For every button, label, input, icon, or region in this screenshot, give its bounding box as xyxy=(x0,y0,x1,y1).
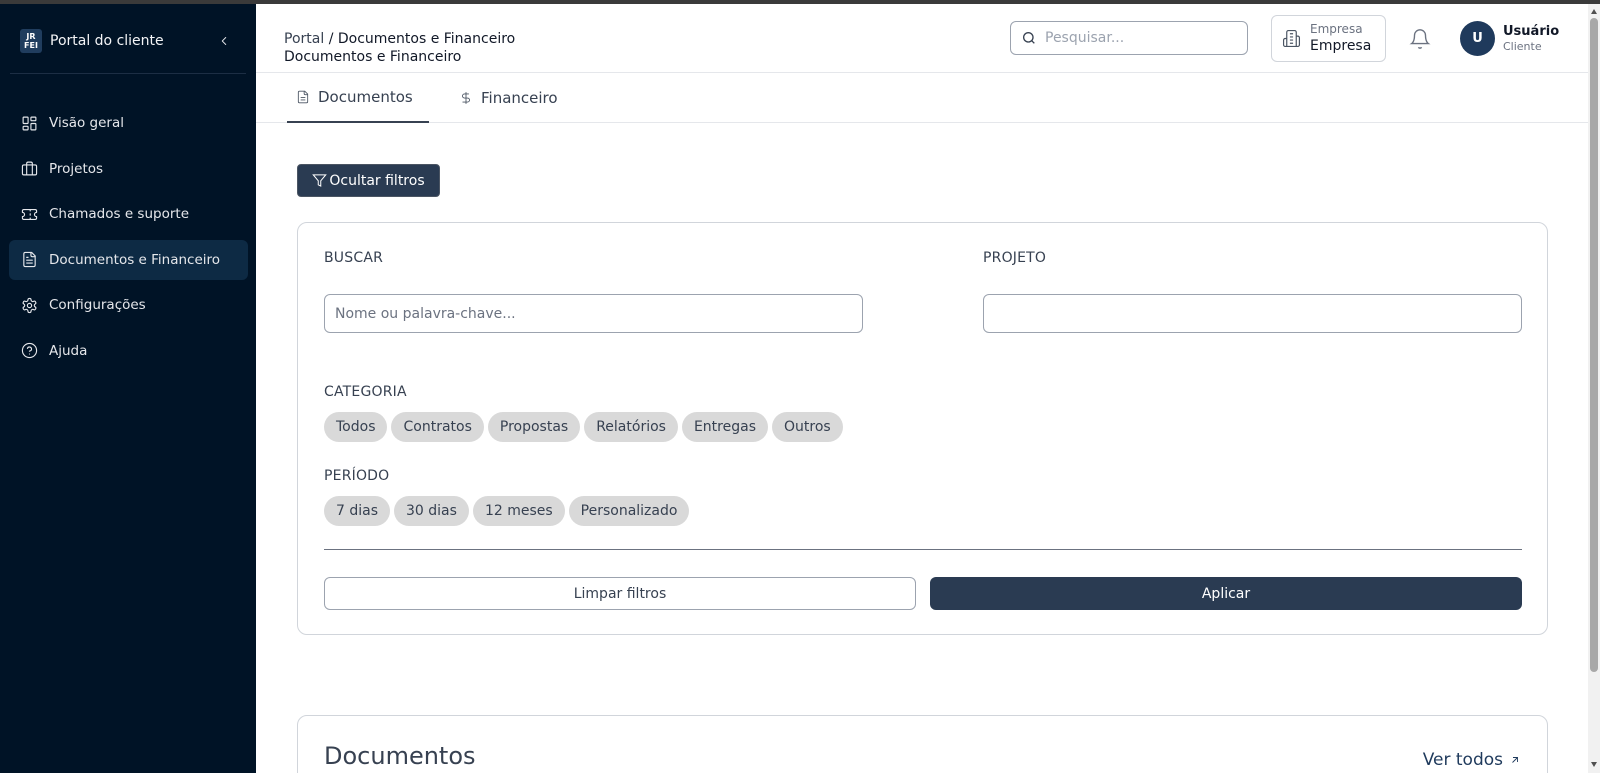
period-chip[interactable]: 12 meses xyxy=(472,496,565,526)
hide-filters-label: Ocultar filtros xyxy=(329,172,425,189)
ticket-icon xyxy=(20,205,38,223)
category-chip[interactable]: Relatórios xyxy=(584,412,678,442)
view-all-label: Ver todos xyxy=(1422,750,1503,770)
tab-label: Documentos xyxy=(318,88,413,106)
apply-filters-button[interactable]: Aplicar xyxy=(930,577,1522,610)
hide-filters-button[interactable]: Ocultar filtros xyxy=(297,164,440,197)
page-title: Documentos e Financeiro xyxy=(284,49,462,65)
company-label: Empresa xyxy=(1310,22,1363,36)
help-circle-icon xyxy=(20,342,38,360)
filter-divider xyxy=(324,549,1522,550)
category-chip[interactable]: Contratos xyxy=(391,412,484,442)
sidebar-item-label: Visão geral xyxy=(49,115,124,131)
company-text: Empresa Empresa xyxy=(1310,22,1371,55)
scroll-down-arrow[interactable] xyxy=(1591,762,1597,767)
documents-card: Documentos Ver todos xyxy=(297,715,1548,773)
tab-bar: Documentos Financeiro xyxy=(256,73,1588,123)
category-chip[interactable]: Outros xyxy=(771,412,843,442)
sidebar-item-label: Projetos xyxy=(49,160,104,177)
category-chips: Todos Contratos Propostas Relatórios Ent… xyxy=(324,412,847,442)
sidebar-item-label: Documentos e Financeiro xyxy=(49,251,221,268)
sidebar-item-help[interactable]: Ajuda xyxy=(9,331,248,371)
sidebar-item-label: Configurações xyxy=(49,297,146,313)
chevron-left-icon xyxy=(221,37,227,45)
documents-title: Documentos xyxy=(324,742,476,770)
sidebar-item-support[interactable]: Chamados e suporte xyxy=(9,194,248,234)
brand-logo: JR FEI xyxy=(20,29,42,53)
brand[interactable]: JR FEI Portal do cliente xyxy=(20,28,164,54)
sidebar-item-settings[interactable]: Configurações xyxy=(9,285,248,325)
briefcase-icon xyxy=(20,160,38,178)
sidebar-item-projects[interactable]: Projetos xyxy=(9,149,248,189)
user-name: Usuário xyxy=(1503,24,1560,39)
breadcrumb-root[interactable]: Portal xyxy=(284,31,324,47)
user-menu[interactable]: Usuário Cliente xyxy=(1503,23,1559,54)
sidebar-item-label: Ajuda xyxy=(49,342,88,359)
global-search[interactable] xyxy=(1010,21,1248,55)
sidebar-nav: Visão geral Projetos Chamados e suporte … xyxy=(9,103,248,376)
project-filter-label: PROJETO xyxy=(983,250,1047,266)
sidebar-divider xyxy=(10,73,246,74)
search-filter-label: BUSCAR xyxy=(324,250,384,266)
period-chip[interactable]: 30 dias xyxy=(394,496,469,526)
tab-finance[interactable]: Financeiro xyxy=(459,73,558,123)
avatar[interactable]: U xyxy=(1460,21,1495,56)
building-icon xyxy=(1282,29,1301,48)
period-filter-label: PERÍODO xyxy=(324,468,390,484)
category-chip[interactable]: Entregas xyxy=(681,412,768,442)
brand-logo-bottom: FEI xyxy=(24,41,38,50)
sidebar-item-overview[interactable]: Visão geral xyxy=(9,103,248,143)
clear-filters-button[interactable]: Limpar filtros xyxy=(324,577,916,610)
view-all-link[interactable]: Ver todos xyxy=(1423,750,1521,770)
sidebar: JR FEI Portal do cliente Visão geral Pro… xyxy=(0,4,256,773)
category-filter-label: CATEGORIA xyxy=(324,384,407,400)
period-chip[interactable]: Personalizado xyxy=(568,496,690,526)
user-role: Cliente xyxy=(1503,40,1542,53)
collapse-sidebar-button[interactable] xyxy=(212,28,236,54)
filter-panel: BUSCAR PROJETO CATEGORIA Todos Contratos… xyxy=(297,222,1548,635)
category-chip[interactable]: Todos xyxy=(324,412,388,442)
keyword-search-input[interactable] xyxy=(324,294,863,333)
breadcrumb-current: Documentos e Financeiro xyxy=(337,31,516,47)
brand-logo-top: JR xyxy=(26,32,36,41)
scroll-up-arrow[interactable] xyxy=(1591,9,1597,14)
notifications-button[interactable] xyxy=(1408,26,1432,52)
breadcrumb: Portal / Documentos e Financeiro xyxy=(284,31,515,47)
project-input[interactable] xyxy=(983,294,1522,333)
arrow-up-right-icon xyxy=(1512,757,1518,763)
category-chip[interactable]: Propostas xyxy=(487,412,581,442)
dollar-icon xyxy=(462,92,470,104)
grid-icon xyxy=(20,114,38,132)
bell-icon xyxy=(1409,29,1431,49)
company-selector[interactable]: Empresa Empresa xyxy=(1271,15,1386,62)
tab-label: Financeiro xyxy=(481,89,558,107)
filter-icon xyxy=(312,174,328,187)
search-input[interactable] xyxy=(1045,30,1225,46)
scroll-thumb[interactable] xyxy=(1590,18,1598,672)
company-name: Empresa xyxy=(1310,38,1372,54)
file-text-icon xyxy=(20,251,38,269)
sidebar-item-documents-finance[interactable]: Documentos e Financeiro xyxy=(9,239,248,280)
gear-icon xyxy=(20,296,38,314)
page-scrollbar[interactable] xyxy=(1588,4,1600,773)
top-header: Portal / Documentos e Financeiro Documen… xyxy=(256,4,1588,73)
period-chips: 7 dias 30 dias 12 meses Personalizado xyxy=(324,496,693,526)
search-icon xyxy=(1022,32,1035,44)
sidebar-item-label: Chamados e suporte xyxy=(49,206,189,222)
tab-documents[interactable]: Documentos xyxy=(287,73,429,123)
file-icon xyxy=(297,90,309,104)
breadcrumb-separator: / xyxy=(328,31,334,47)
brand-title: Portal do cliente xyxy=(50,33,164,49)
period-chip[interactable]: 7 dias xyxy=(324,496,391,526)
